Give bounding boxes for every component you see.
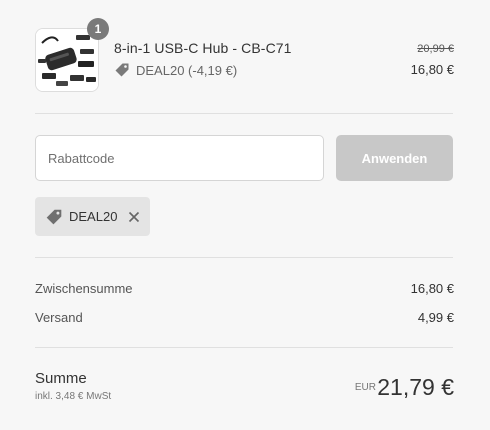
total-label: Summe: [35, 370, 87, 387]
apply-discount-button[interactable]: Anwenden: [336, 135, 453, 181]
product-thumbnail: 1: [35, 18, 109, 92]
shipping-label: Versand: [35, 310, 83, 325]
applied-discount-code: DEAL20: [69, 209, 118, 224]
divider: [35, 347, 453, 348]
product-title: 8-in-1 USB-C Hub - CB-C71: [114, 40, 292, 56]
product-image: [35, 28, 99, 92]
quantity-badge: 1: [87, 18, 109, 40]
usb-hub-image: [36, 29, 98, 91]
subtotal-label: Zwischensumme: [35, 281, 133, 296]
product-discount: DEAL20 (-4,19 €): [114, 62, 237, 78]
discount-code-input[interactable]: [35, 135, 324, 181]
shipping-value: 4,99 €: [417, 310, 454, 325]
tax-note: inkl. 3,48 € MwSt: [35, 391, 112, 402]
price-current: 16,80 €: [410, 62, 454, 77]
currency-code: EUR: [354, 382, 376, 393]
divider: [35, 113, 453, 114]
divider: [35, 257, 453, 258]
applied-discount-chip: DEAL20: [35, 197, 150, 236]
price-original: 20,99 €: [417, 43, 454, 55]
close-icon[interactable]: [128, 211, 140, 223]
tag-icon: [45, 208, 63, 226]
tag-icon: [114, 62, 130, 78]
product-discount-text: DEAL20 (-4,19 €): [136, 62, 238, 78]
subtotal-value: 16,80 €: [410, 281, 454, 296]
total-value: 21,79 €: [377, 374, 454, 400]
